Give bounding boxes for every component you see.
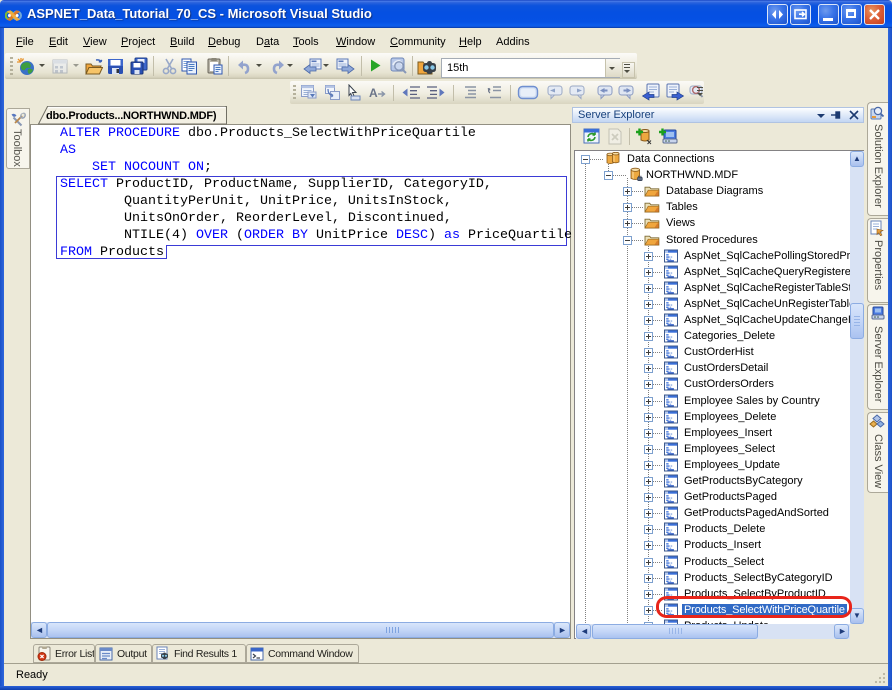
- svg-text:A: A: [369, 86, 378, 100]
